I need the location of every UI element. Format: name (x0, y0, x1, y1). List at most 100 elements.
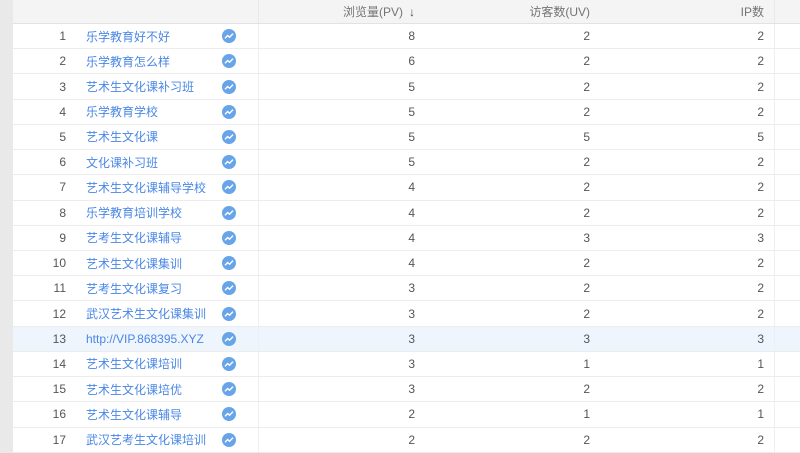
row-index: 9 (13, 226, 66, 250)
row-index: 10 (13, 251, 66, 275)
keyword-link[interactable]: 艺术生文化课辅导 (86, 406, 182, 423)
row-stub-cell (775, 201, 800, 225)
uv-value: 2 (425, 100, 600, 124)
ip-value: 2 (600, 201, 775, 225)
row-index: 14 (13, 352, 66, 376)
table-row: 2乐学教育怎么样622 (13, 49, 800, 74)
keyword-link[interactable]: 艺考生文化课辅导 (86, 229, 182, 246)
table-row: 10艺术生文化课集训422 (13, 251, 800, 276)
ip-value: 2 (600, 251, 775, 275)
keyword-link[interactable]: 武汉艺术生文化课集训 (86, 305, 206, 322)
keyword-link[interactable]: 武汉艺考生文化课培训 (86, 431, 206, 448)
keyword-link[interactable]: 艺术生文化课培训 (86, 355, 182, 372)
table-row: 3艺术生文化课补习班522 (13, 74, 800, 99)
row-stub-cell (775, 327, 800, 351)
keyword-link[interactable]: 艺术生文化课集训 (86, 255, 182, 272)
pv-value: 8 (259, 24, 425, 48)
row-stub-cell (775, 301, 800, 325)
trend-icon[interactable] (222, 231, 236, 245)
row-stub-cell (775, 226, 800, 250)
sort-desc-icon[interactable]: ↓ (409, 6, 415, 18)
pv-value: 3 (259, 377, 425, 401)
table-row: 11艺考生文化课复习322 (13, 276, 800, 301)
row-stub-cell (775, 150, 800, 174)
pv-value: 5 (259, 125, 425, 149)
row-index: 17 (13, 428, 66, 452)
trend-icon[interactable] (222, 206, 236, 220)
keyword-link[interactable]: 乐学教育培训学校 (86, 204, 182, 221)
header-uv[interactable]: 访客数(UV) (425, 0, 600, 23)
table-row: 8乐学教育培训学校422 (13, 201, 800, 226)
trend-icon[interactable] (222, 54, 236, 68)
ip-value: 3 (600, 226, 775, 250)
trend-icon[interactable] (222, 155, 236, 169)
uv-value: 2 (425, 276, 600, 300)
header-pv[interactable]: 浏览量(PV) ↓ (259, 0, 425, 23)
uv-value: 1 (425, 352, 600, 376)
trend-icon[interactable] (222, 105, 236, 119)
uv-value: 2 (425, 377, 600, 401)
row-index: 13 (13, 327, 66, 351)
row-index: 3 (13, 74, 66, 98)
table-header: 浏览量(PV) ↓ 访客数(UV) IP数 (13, 0, 800, 24)
pv-value: 5 (259, 74, 425, 98)
header-ip-label: IP数 (741, 3, 764, 20)
row-stub-cell (775, 24, 800, 48)
row-stub-cell (775, 175, 800, 199)
keyword-link[interactable]: 艺术生文化课培优 (86, 381, 182, 398)
ip-value: 1 (600, 402, 775, 426)
keyword-link[interactable]: http://VIP.868395.XYZ (86, 332, 204, 346)
uv-value: 2 (425, 150, 600, 174)
table-row: 4乐学教育学校522 (13, 100, 800, 125)
row-index: 15 (13, 377, 66, 401)
header-ip[interactable]: IP数 (600, 0, 775, 23)
row-index: 5 (13, 125, 66, 149)
ip-value: 1 (600, 352, 775, 376)
keyword-link[interactable]: 艺术生文化课 (86, 128, 158, 145)
row-stub-cell (775, 125, 800, 149)
trend-icon[interactable] (222, 357, 236, 371)
pv-value: 3 (259, 352, 425, 376)
pv-value: 3 (259, 327, 425, 351)
trend-icon[interactable] (222, 307, 236, 321)
keyword-link[interactable]: 文化课补习班 (86, 154, 158, 171)
header-stub-cell (775, 0, 800, 23)
keyword-link[interactable]: 艺术生文化课辅导学校 (86, 179, 206, 196)
trend-icon[interactable] (222, 332, 236, 346)
trend-icon[interactable] (222, 180, 236, 194)
trend-icon[interactable] (222, 29, 236, 43)
uv-value: 2 (425, 251, 600, 275)
row-index: 7 (13, 175, 66, 199)
header-uv-label: 访客数(UV) (529, 3, 590, 20)
pv-value: 2 (259, 428, 425, 452)
keyword-link[interactable]: 艺考生文化课复习 (86, 280, 182, 297)
row-stub-cell (775, 428, 800, 452)
ip-value: 2 (600, 100, 775, 124)
keyword-link[interactable]: 乐学教育好不好 (86, 28, 170, 45)
row-index: 6 (13, 150, 66, 174)
table-row: 7艺术生文化课辅导学校422 (13, 175, 800, 200)
table-row: 9艺考生文化课辅导433 (13, 226, 800, 251)
row-index: 16 (13, 402, 66, 426)
trend-icon[interactable] (222, 80, 236, 94)
keywords-table: 浏览量(PV) ↓ 访客数(UV) IP数 1乐学教育好不好8222乐学教育怎么… (13, 0, 800, 453)
row-index: 4 (13, 100, 66, 124)
uv-value: 2 (425, 301, 600, 325)
uv-value: 2 (425, 49, 600, 73)
keyword-link[interactable]: 乐学教育学校 (86, 103, 158, 120)
trend-icon[interactable] (222, 433, 236, 447)
row-index: 11 (13, 276, 66, 300)
ip-value: 5 (600, 125, 775, 149)
header-keyword-cell (66, 0, 259, 23)
trend-icon[interactable] (222, 256, 236, 270)
row-stub-cell (775, 251, 800, 275)
row-stub-cell (775, 100, 800, 124)
trend-icon[interactable] (222, 407, 236, 421)
trend-icon[interactable] (222, 281, 236, 295)
page-left-gutter (0, 0, 13, 453)
trend-icon[interactable] (222, 382, 236, 396)
keyword-link[interactable]: 艺术生文化课补习班 (86, 78, 194, 95)
keyword-link[interactable]: 乐学教育怎么样 (86, 53, 170, 70)
trend-icon[interactable] (222, 130, 236, 144)
ip-value: 2 (600, 175, 775, 199)
